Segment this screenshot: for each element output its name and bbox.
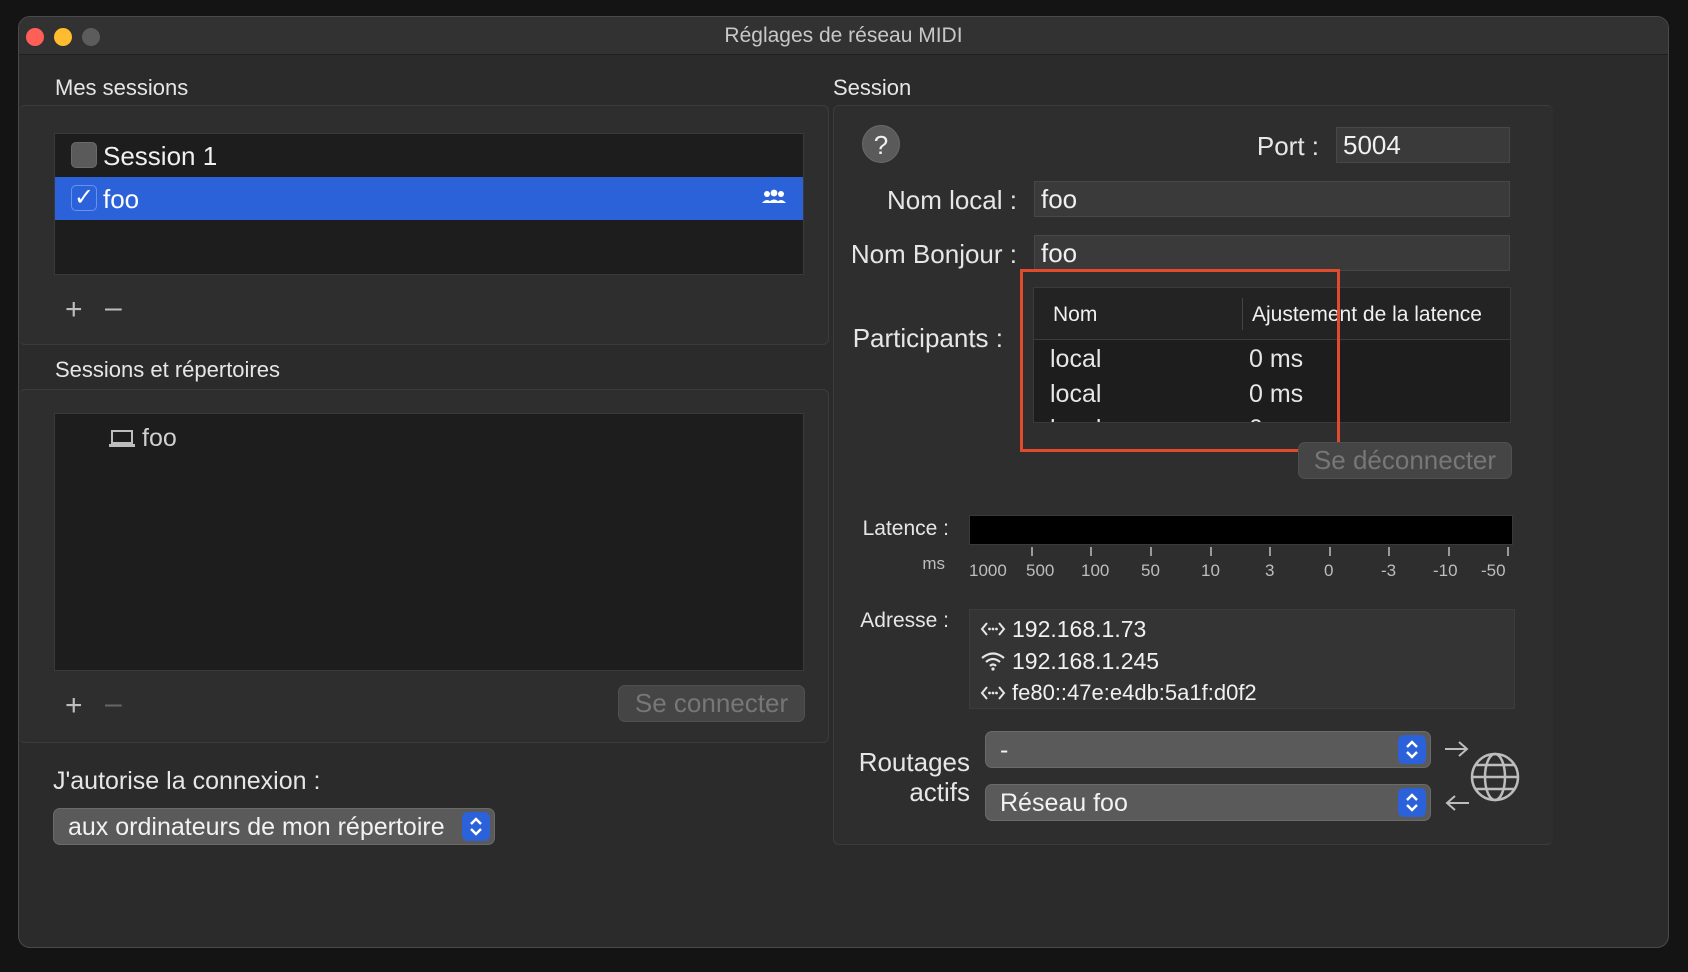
list-item[interactable]: foo bbox=[109, 422, 409, 458]
remove-directory-button[interactable]: – bbox=[105, 689, 122, 719]
tick-label: 3 bbox=[1265, 561, 1275, 580]
allow-connection-stepper[interactable] bbox=[462, 812, 490, 841]
routing-out-value: - bbox=[1000, 736, 1009, 764]
wifi-icon bbox=[981, 652, 1005, 671]
allow-connection-label: J'autorise la connexion : bbox=[53, 767, 321, 795]
port-label: Port : bbox=[1256, 131, 1319, 161]
bonjour-name-field[interactable]: foo bbox=[1034, 235, 1510, 271]
tick-label: 10 bbox=[1201, 561, 1220, 580]
directory-item-name: foo bbox=[142, 424, 177, 452]
midi-network-window: Réglages de réseau MIDI Mes sessions Ses… bbox=[18, 16, 1669, 948]
add-directory-button[interactable]: + bbox=[65, 691, 83, 721]
directory-list: foo bbox=[54, 413, 804, 671]
tick-mark bbox=[1448, 547, 1450, 556]
routing-in-popup[interactable]: Réseau foo bbox=[985, 784, 1431, 821]
latency-meter bbox=[969, 515, 1513, 545]
latency-scale: 1000 500 100 50 10 3 0 -3 -10 -50 bbox=[969, 547, 1513, 597]
tick-mark bbox=[1031, 547, 1033, 556]
directory-label: Sessions et répertoires bbox=[55, 357, 280, 382]
list-item[interactable]: Session 1 bbox=[55, 134, 803, 177]
minimize-button[interactable] bbox=[54, 28, 72, 46]
routing-in-stepper[interactable] bbox=[1398, 788, 1426, 817]
address-value: 192.168.1.245 bbox=[1012, 648, 1160, 674]
my-sessions-label: Mes sessions bbox=[55, 75, 189, 100]
routing-label-line-1: Routages bbox=[858, 747, 970, 777]
session-1-checkbox[interactable] bbox=[71, 142, 97, 168]
tick-mark bbox=[1507, 547, 1509, 556]
title-bar: Réglages de réseau MIDI bbox=[19, 17, 1668, 55]
tick-mark bbox=[1329, 547, 1331, 556]
routing-out-stepper[interactable] bbox=[1398, 735, 1426, 764]
routing-in-value: Réseau foo bbox=[1000, 789, 1128, 817]
list-item-selected[interactable]: ✓ foo bbox=[55, 177, 803, 220]
allow-connection-value: aux ordinateurs de mon répertoire bbox=[68, 813, 445, 841]
foo-checkbox[interactable]: ✓ bbox=[71, 185, 97, 211]
tick-label: -3 bbox=[1381, 561, 1397, 580]
tick-mark bbox=[1210, 547, 1212, 556]
tick-label: 50 bbox=[1141, 561, 1160, 580]
chevron-updown-icon bbox=[1406, 793, 1418, 812]
tick-mark bbox=[1269, 547, 1271, 556]
tick-mark bbox=[1090, 547, 1092, 556]
computer-icon bbox=[109, 430, 135, 447]
latency-label: Latence : bbox=[862, 517, 949, 540]
routing-label-line-2: actifs bbox=[909, 777, 970, 807]
globe-icon bbox=[1470, 752, 1520, 802]
zoom-button[interactable] bbox=[82, 28, 100, 46]
bonjour-name-label: Nom Bonjour : bbox=[850, 239, 1017, 269]
disconnect-button[interactable]: Se déconnecter bbox=[1298, 442, 1512, 479]
remove-session-button[interactable]: – bbox=[105, 293, 122, 323]
arrow-right-icon bbox=[1445, 741, 1469, 757]
address-label: Adresse : bbox=[860, 609, 949, 632]
session-name: Session 1 bbox=[103, 141, 218, 171]
window-title: Réglages de réseau MIDI bbox=[724, 24, 963, 47]
address-value: fe80::47e:e4db:5a1f:d0f2 bbox=[1012, 680, 1257, 705]
close-button[interactable] bbox=[26, 28, 44, 46]
participants-label: Participants : bbox=[852, 323, 1003, 353]
tick-label: -50 bbox=[1481, 561, 1506, 580]
tick-label: 1000 bbox=[969, 561, 1007, 580]
tick-label: 0 bbox=[1324, 561, 1334, 580]
tick-mark bbox=[1388, 547, 1390, 556]
chevron-updown-icon bbox=[470, 817, 482, 836]
address-box: 192.168.1.73 192.168.1.245 fe80::47e:e4d… bbox=[969, 609, 1515, 709]
session-name: foo bbox=[103, 184, 140, 214]
tick-label: -10 bbox=[1433, 561, 1458, 580]
my-sessions-list: Session 1 ✓ foo bbox=[54, 133, 804, 275]
local-name-field[interactable]: foo bbox=[1034, 181, 1510, 217]
connect-button[interactable]: Se connecter bbox=[618, 685, 805, 722]
tick-label: 100 bbox=[1081, 561, 1110, 580]
highlight-box bbox=[1020, 269, 1340, 452]
chevron-updown-icon bbox=[1406, 740, 1418, 759]
port-field[interactable]: 5004 bbox=[1336, 127, 1510, 163]
session-label: Session bbox=[833, 75, 912, 100]
tick-label: 500 bbox=[1026, 561, 1055, 580]
arrow-left-icon bbox=[1445, 795, 1469, 811]
add-session-button[interactable]: + bbox=[65, 295, 83, 325]
allow-connection-popup[interactable]: aux ordinateurs de mon répertoire bbox=[53, 808, 495, 845]
address-value: 192.168.1.73 bbox=[1012, 616, 1147, 642]
help-button[interactable]: ? bbox=[862, 125, 900, 163]
latency-unit: ms bbox=[922, 554, 945, 573]
people-icon bbox=[762, 189, 786, 203]
local-name-label: Nom local : bbox=[886, 185, 1017, 215]
routing-out-popup[interactable]: - bbox=[985, 731, 1431, 768]
ethernet-icon bbox=[980, 622, 1006, 636]
tick-mark bbox=[1150, 547, 1152, 556]
ethernet-icon bbox=[980, 686, 1006, 700]
